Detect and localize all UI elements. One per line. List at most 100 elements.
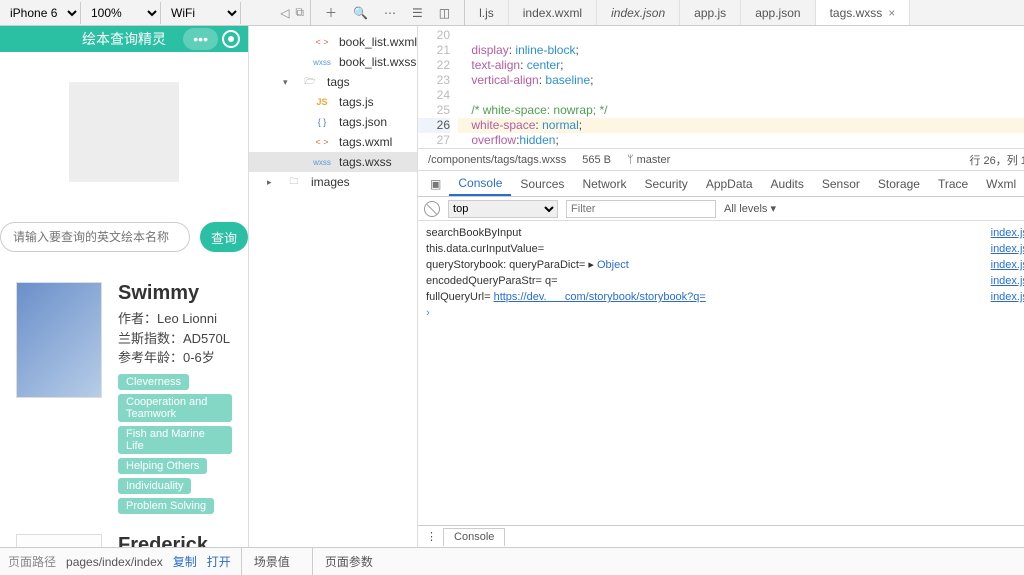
- cursor-pos: 行 26，列 1: [969, 152, 1024, 168]
- capsule-menu[interactable]: •••: [183, 28, 218, 50]
- devtools-tab-network[interactable]: Network: [573, 171, 635, 196]
- rotate-icon[interactable]: ⧉: [295, 5, 304, 20]
- log-levels[interactable]: All levels ▾: [724, 202, 776, 215]
- tree-label: tags.wxss: [339, 155, 392, 169]
- tag-pill[interactable]: Individuality: [118, 478, 191, 494]
- placeholder-image: [69, 82, 179, 182]
- wxss-icon: wxss: [311, 158, 333, 167]
- tree-label: book_list.wxss: [339, 55, 416, 69]
- book-item[interactable]: Frederick作者：Leo Lionni兰斯指数：590L: [16, 534, 232, 548]
- search-input[interactable]: [0, 222, 190, 252]
- capsule-close[interactable]: [222, 30, 240, 48]
- filter-input[interactable]: [566, 200, 716, 218]
- editor-tab[interactable]: app.json: [741, 0, 815, 25]
- footer-path-label: 页面路径: [8, 553, 56, 570]
- console-line: queryStorybook: queryParaDict= ▸ Objecti…: [426, 257, 1024, 273]
- book-title: Frederick: [118, 534, 217, 548]
- drawer-more-icon[interactable]: ⋮: [426, 530, 437, 543]
- network-select[interactable]: WiFi: [161, 2, 241, 24]
- zoom-select[interactable]: 100%: [81, 2, 161, 24]
- footer-open[interactable]: 打开: [207, 553, 231, 570]
- book-meta: 参考年龄：0-6岁: [118, 348, 232, 368]
- devtools-tab-sensor[interactable]: Sensor: [813, 171, 869, 196]
- console-source-link[interactable]: index.js? [sm]:194: [991, 241, 1024, 257]
- console-line: fullQueryUrl= https://dev. com/storybook…: [426, 289, 1024, 305]
- tag-pill[interactable]: Cleverness: [118, 374, 189, 390]
- console-prompt[interactable]: ›: [426, 305, 1024, 319]
- devtools-tab-storage[interactable]: Storage: [869, 171, 929, 196]
- wxss-icon: wxss: [311, 58, 333, 67]
- console-line: searchBookByInputindex.js? [sm]:190: [426, 225, 1024, 241]
- book-meta: 兰斯指数：AD570L: [118, 329, 232, 349]
- tree-label: images: [311, 175, 350, 189]
- mute-icon[interactable]: ◁: [280, 6, 289, 20]
- tag-pill[interactable]: Problem Solving: [118, 498, 214, 514]
- tree-item[interactable]: ▾ 🗁 tags: [249, 72, 417, 92]
- console-source-link[interactable]: index.js? [sm]:190: [991, 225, 1024, 241]
- folder-icon: 🗀: [283, 174, 305, 190]
- tag-pill[interactable]: Helping Others: [118, 458, 207, 474]
- editor-tab[interactable]: index.wxml: [509, 0, 597, 25]
- json-icon: { }: [311, 117, 333, 127]
- tree-item[interactable]: wxss book_list.wxss: [249, 52, 417, 72]
- clear-console-icon[interactable]: [424, 201, 440, 217]
- sim-title: 绘本查询精灵: [82, 29, 166, 49]
- devtools-tab-console[interactable]: Console: [449, 171, 511, 196]
- tree-arrow-icon: ▾: [283, 77, 293, 88]
- editor-tab[interactable]: tags.wxss×: [816, 0, 911, 25]
- tag-pill[interactable]: Cooperation and Teamwork: [118, 394, 232, 422]
- more-icon[interactable]: ⋯: [384, 6, 396, 20]
- search-icon[interactable]: 🔍: [353, 6, 368, 20]
- close-icon[interactable]: ×: [888, 6, 895, 20]
- book-item[interactable]: Swimmy作者：Leo Lionni兰斯指数：AD570L参考年龄：0-6岁C…: [16, 282, 232, 514]
- footer-params[interactable]: 页面参数: [312, 548, 385, 575]
- tree-item[interactable]: { } tags.json: [249, 112, 417, 132]
- editor-tab[interactable]: app.js: [680, 0, 741, 25]
- devtools-tab-trace[interactable]: Trace: [929, 171, 977, 196]
- book-thumbnail: [16, 282, 102, 398]
- inspect-icon[interactable]: ▣: [424, 177, 447, 191]
- devtools-tab-audits[interactable]: Audits: [762, 171, 813, 196]
- sim-tools: ◁ ⧉: [241, 0, 311, 25]
- devtools-tab-appdata[interactable]: AppData: [697, 171, 762, 196]
- context-select[interactable]: top: [448, 200, 558, 218]
- devtools-tab-security[interactable]: Security: [635, 171, 696, 196]
- editor-tab[interactable]: l.js: [465, 0, 509, 25]
- console-source-link[interactable]: index.js? [sm]:156: [991, 289, 1024, 305]
- folder-open-icon: 🗁: [299, 74, 321, 90]
- devtools-tab-wxml[interactable]: Wxml: [977, 171, 1024, 196]
- console-line: encodedQueryParaStr= q=index.js? [sm]:15…: [426, 273, 1024, 289]
- tree-label: tags.js: [339, 95, 374, 109]
- tree-label: tags: [327, 75, 350, 89]
- tree-label: tags.json: [339, 115, 387, 129]
- wxml-icon: < >: [311, 137, 333, 147]
- add-icon[interactable]: ＋: [325, 4, 337, 21]
- device-select[interactable]: iPhone 6: [0, 2, 81, 24]
- tree-item[interactable]: wxss tags.wxss: [249, 152, 417, 172]
- js-icon: JS: [311, 97, 333, 107]
- wxml-icon: < >: [311, 37, 333, 47]
- book-title: Swimmy: [118, 282, 232, 305]
- tree-item[interactable]: < > tags.wxml: [249, 132, 417, 152]
- git-branch: ᛘ master: [627, 154, 670, 166]
- console-source-link[interactable]: index.js? [sm]:150: [991, 273, 1024, 289]
- console-source-link[interactable]: index.js? [sm]:148: [991, 257, 1024, 273]
- tag-pill[interactable]: Fish and Marine Life: [118, 426, 232, 454]
- sim-titlebar: 绘本查询精灵 •••: [0, 26, 248, 52]
- editor-tab[interactable]: index.json: [597, 0, 680, 25]
- search-button[interactable]: 查询: [200, 222, 248, 252]
- devtools-tab-sources[interactable]: Sources: [511, 171, 573, 196]
- tree-label: tags.wxml: [339, 135, 392, 149]
- file-size: 565 B: [582, 154, 611, 166]
- tree-item[interactable]: < >book_list.wxml: [249, 32, 417, 52]
- indent-icon[interactable]: ☰: [412, 6, 423, 20]
- file-path: /components/tags/tags.wxss: [428, 154, 566, 166]
- footer-path: pages/index/index: [66, 555, 163, 569]
- tree-arrow-icon: ▸: [267, 177, 277, 188]
- tree-item[interactable]: ▸ 🗀 images: [249, 172, 417, 192]
- split-icon[interactable]: ◫: [439, 6, 450, 20]
- tree-item[interactable]: JS tags.js: [249, 92, 417, 112]
- footer-scene[interactable]: 场景值: [241, 548, 302, 575]
- drawer-console-tab[interactable]: Console: [443, 528, 505, 546]
- footer-copy[interactable]: 复制: [173, 553, 197, 570]
